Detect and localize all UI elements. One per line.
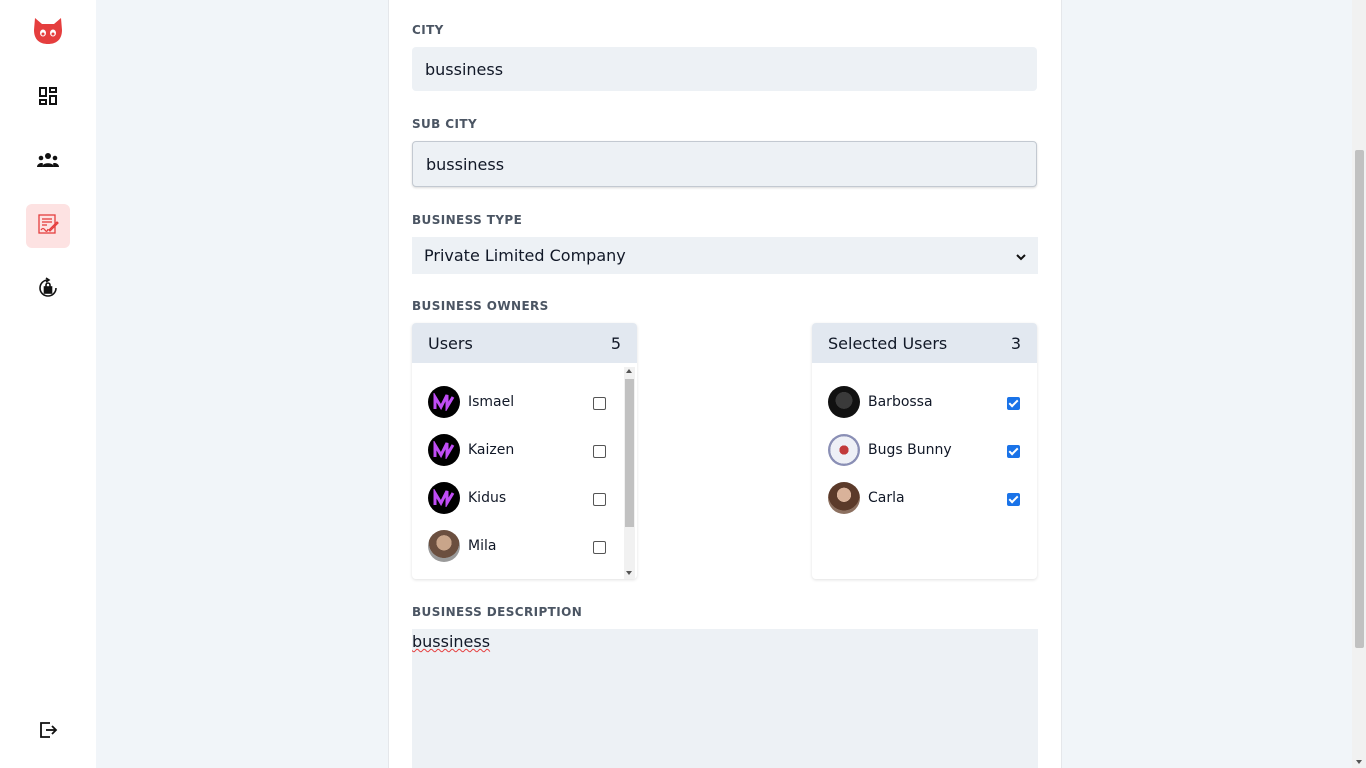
selected-users-panel-header: Selected Users 3 xyxy=(812,323,1037,363)
scroll-up-icon[interactable] xyxy=(626,369,632,373)
avatar xyxy=(828,482,860,514)
users-panel-count: 5 xyxy=(610,333,621,353)
user-name: Kaizen xyxy=(468,442,515,458)
list-item[interactable]: Carla xyxy=(828,482,1008,514)
business-form-card: CITY bussiness SUB CITY bussiness BUSINE… xyxy=(388,0,1062,768)
scrollbar-thumb[interactable] xyxy=(625,379,634,527)
user-checkbox[interactable] xyxy=(593,397,606,410)
list-item[interactable]: Ismael xyxy=(428,386,608,418)
list-item[interactable]: Bugs Bunny xyxy=(828,434,1008,466)
user-name: Barbossa xyxy=(868,394,933,410)
sidebar-item-dashboard[interactable] xyxy=(26,76,70,120)
user-name: Bugs Bunny xyxy=(868,442,952,458)
users-panel-header: Users 5 xyxy=(412,323,637,363)
avatar xyxy=(428,386,460,418)
business-type-select[interactable]: Private Limited Company xyxy=(412,237,1038,274)
city-label: CITY xyxy=(412,23,444,37)
subcity-input[interactable]: bussiness xyxy=(412,141,1037,187)
users-icon xyxy=(37,152,59,172)
logout-button[interactable] xyxy=(38,720,58,744)
sidebar xyxy=(0,0,96,768)
list-item[interactable]: Kaizen xyxy=(428,434,608,466)
business-description-value: bussiness xyxy=(412,632,491,651)
selected-users-panel: Selected Users 3 Barbossa Bugs Bunny Car… xyxy=(812,323,1037,579)
avatar xyxy=(828,386,860,418)
city-value: bussiness xyxy=(425,59,504,79)
avatar xyxy=(428,530,460,562)
selected-users-panel-count: 3 xyxy=(1010,333,1021,353)
business-type-value: Private Limited Company xyxy=(424,246,626,265)
avatar xyxy=(828,434,860,466)
user-name: Kidus xyxy=(468,490,507,506)
user-checkbox[interactable] xyxy=(1007,493,1020,506)
selected-users-panel-title: Selected Users xyxy=(828,333,948,353)
city-input[interactable]: bussiness xyxy=(412,47,1037,91)
business-description-textarea[interactable]: bussiness xyxy=(412,629,1038,768)
subcity-label: SUB CITY xyxy=(412,117,478,131)
chevron-down-icon xyxy=(1016,246,1026,265)
business-description-label: BUSINESS DESCRIPTION xyxy=(412,605,583,619)
user-checkbox[interactable] xyxy=(1007,445,1020,458)
main-content: CITY bussiness SUB CITY bussiness BUSINE… xyxy=(96,0,1352,768)
page-scrollbar[interactable] xyxy=(1352,0,1366,768)
page-scroll-down-icon[interactable] xyxy=(1356,760,1362,764)
subcity-value: bussiness xyxy=(426,154,505,174)
sidebar-item-business[interactable] xyxy=(26,204,70,248)
business-type-label: BUSINESS TYPE xyxy=(412,213,523,227)
list-item[interactable]: Mila xyxy=(428,530,608,562)
lock-reset-icon xyxy=(37,277,59,303)
scroll-down-icon[interactable] xyxy=(626,571,632,575)
user-name: Ismael xyxy=(468,394,515,410)
users-panel: Users 5 Ismael Kaizen Kidus Mila xyxy=(412,323,637,579)
user-checkbox[interactable] xyxy=(593,541,606,554)
avatar xyxy=(428,434,460,466)
octocat-logo[interactable] xyxy=(32,16,64,46)
user-name: Carla xyxy=(868,490,905,506)
sidebar-item-password-reset[interactable] xyxy=(26,268,70,312)
sidebar-item-users[interactable] xyxy=(26,140,70,184)
user-name: Mila xyxy=(468,538,497,554)
list-item[interactable]: Kidus xyxy=(428,482,608,514)
edit-document-icon xyxy=(37,213,59,239)
business-owners-label: BUSINESS OWNERS xyxy=(412,299,549,313)
user-checkbox[interactable] xyxy=(593,445,606,458)
user-checkbox[interactable] xyxy=(593,493,606,506)
page-scrollbar-thumb[interactable] xyxy=(1355,150,1364,648)
avatar xyxy=(428,482,460,514)
users-panel-title: Users xyxy=(428,333,473,353)
dashboard-icon xyxy=(39,87,57,109)
list-item[interactable]: Barbossa xyxy=(828,386,1008,418)
users-list-scrollbar[interactable] xyxy=(624,367,635,579)
user-checkbox[interactable] xyxy=(1007,397,1020,410)
logout-icon xyxy=(38,722,58,744)
